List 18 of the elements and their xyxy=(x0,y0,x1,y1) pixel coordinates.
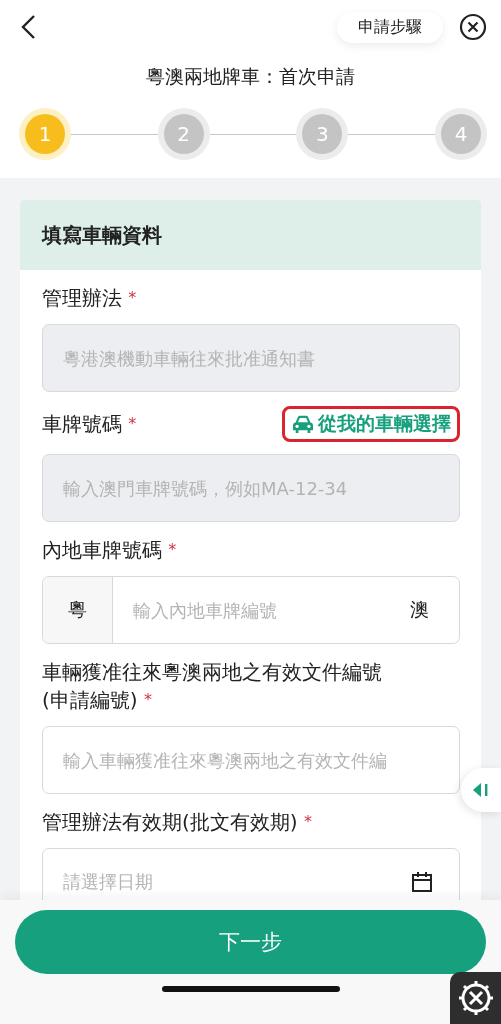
page-title: 粵澳兩地牌車：首次申請 xyxy=(146,64,355,89)
steps-button[interactable]: 申請步驟 xyxy=(337,11,443,43)
input-field[interactable]: 輸入內地車牌編號 xyxy=(113,577,410,643)
province-prefix[interactable]: 粵 xyxy=(43,577,113,643)
close-button[interactable] xyxy=(459,13,487,41)
field-label: 內地車牌號碼 * xyxy=(42,537,177,564)
calendar-icon xyxy=(411,871,433,893)
field-label: 車輛獲准往來粵澳兩地之有效文件編號(申請編號) * xyxy=(42,659,383,714)
car-icon xyxy=(291,414,315,434)
region-suffix: 澳 xyxy=(410,597,430,622)
field-label: 管理辦法有效期(批文有效期) * xyxy=(42,809,312,836)
tools-button[interactable] xyxy=(450,972,501,1024)
plate-field[interactable]: 粵 輸入內地車牌編號 澳 xyxy=(42,576,460,644)
field-label: 車牌號碼 * xyxy=(42,411,137,438)
input-field[interactable]: 輸入車輛獲准往來粵澳兩地之有效文件編 xyxy=(42,726,460,794)
field-label: 管理辦法 * xyxy=(42,285,137,312)
back-button[interactable] xyxy=(20,14,36,40)
section-title: 填寫車輛資料 xyxy=(20,200,481,270)
